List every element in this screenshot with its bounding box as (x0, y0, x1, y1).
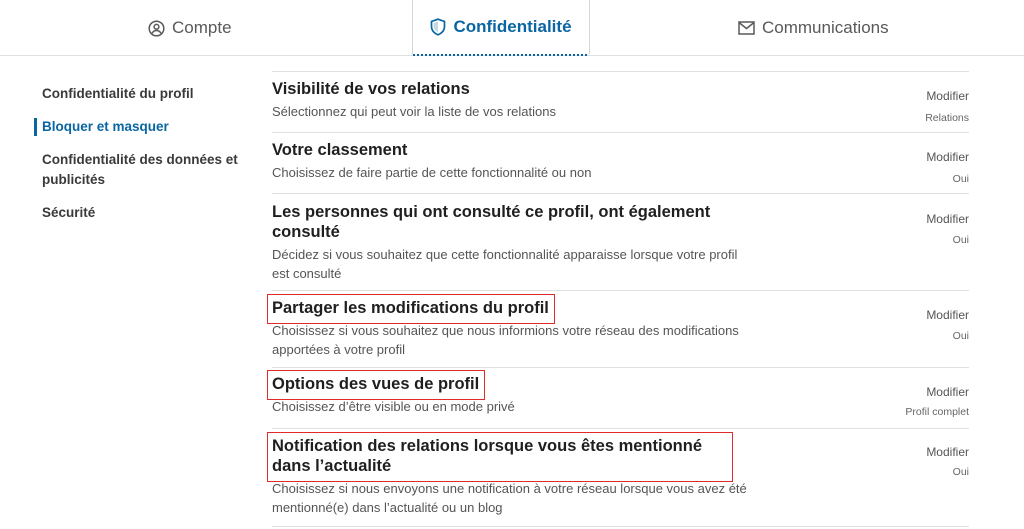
setting-title-highlighted: Options des vues de profil (266, 370, 486, 400)
setting-value: Profil complet (905, 406, 969, 418)
modifier-link[interactable]: Modifier (926, 212, 969, 226)
tab-communications[interactable]: Communications (738, 0, 889, 56)
setting-value: Oui (952, 173, 969, 185)
setting-value: Oui (952, 330, 969, 342)
privacy-sidebar: Confidentialité du profil Bloquer et mas… (34, 84, 244, 236)
settings-tabbar: Compte Confidentialité Communications (0, 0, 1024, 56)
setting-desc: Choisissez si vous souhaitez que nous in… (272, 323, 739, 357)
setting-desc: Choisissez de faire partie de cette fonc… (272, 165, 592, 180)
setting-desc: Décidez si vous souhaitez que cette fonc… (272, 247, 738, 281)
setting-value: Oui (952, 234, 969, 246)
tab-compte[interactable]: Compte (148, 0, 232, 56)
setting-value: Relations (925, 112, 969, 124)
setting-title-highlighted: Notification des relations lorsque vous … (267, 432, 733, 482)
modifier-link[interactable]: Modifier (926, 89, 969, 103)
setting-row-classement[interactable]: Votre classement Choisissez de faire par… (272, 133, 969, 194)
settings-list: Visibilité de vos relations Sélectionnez… (266, 71, 969, 527)
sidebar-item-donnees-publicites[interactable]: Confidentialité des données et publicité… (34, 150, 244, 190)
setting-row-partager-modifications[interactable]: Partager les modifications du profil Cho… (267, 291, 969, 368)
user-circle-icon (148, 19, 165, 37)
setting-title: Visibilité de vos relations (272, 80, 470, 98)
modifier-link[interactable]: Modifier (926, 150, 969, 164)
envelope-icon (738, 21, 755, 35)
shield-icon (430, 18, 446, 36)
tab-confidentialite-label: Confidentialité (453, 17, 572, 36)
tab-compte-label: Compte (172, 18, 232, 37)
sidebar-item-bloquer-masquer[interactable]: Bloquer et masquer (34, 117, 244, 137)
tab-confidentialite[interactable]: Confidentialité (412, 0, 590, 56)
modifier-link[interactable]: Modifier (926, 445, 969, 459)
setting-row-notification-mentions[interactable]: Notification des relations lorsque vous … (267, 429, 969, 527)
setting-row-vues-profil[interactable]: Options des vues de profil Choisissez d’… (266, 368, 969, 429)
setting-desc: Choisissez si nous envoyons une notifica… (272, 481, 747, 515)
setting-title: Votre classement (272, 141, 408, 159)
modifier-link[interactable]: Modifier (926, 308, 969, 322)
setting-row-consultations[interactable]: Les personnes qui ont consulté ce profil… (272, 194, 969, 291)
modifier-link[interactable]: Modifier (926, 385, 969, 399)
sidebar-item-confidentialite-profil[interactable]: Confidentialité du profil (34, 84, 244, 104)
setting-row-visibilite-relations[interactable]: Visibilité de vos relations Sélectionnez… (272, 72, 969, 133)
setting-value: Oui (952, 466, 969, 478)
setting-desc: Sélectionnez qui peut voir la liste de v… (272, 104, 556, 119)
setting-title: Les personnes qui ont consulté ce profil… (272, 203, 711, 241)
tab-communications-label: Communications (762, 18, 889, 37)
setting-title-highlighted: Partager les modifications du profil (267, 294, 555, 324)
sidebar-item-securite[interactable]: Sécurité (34, 203, 244, 223)
